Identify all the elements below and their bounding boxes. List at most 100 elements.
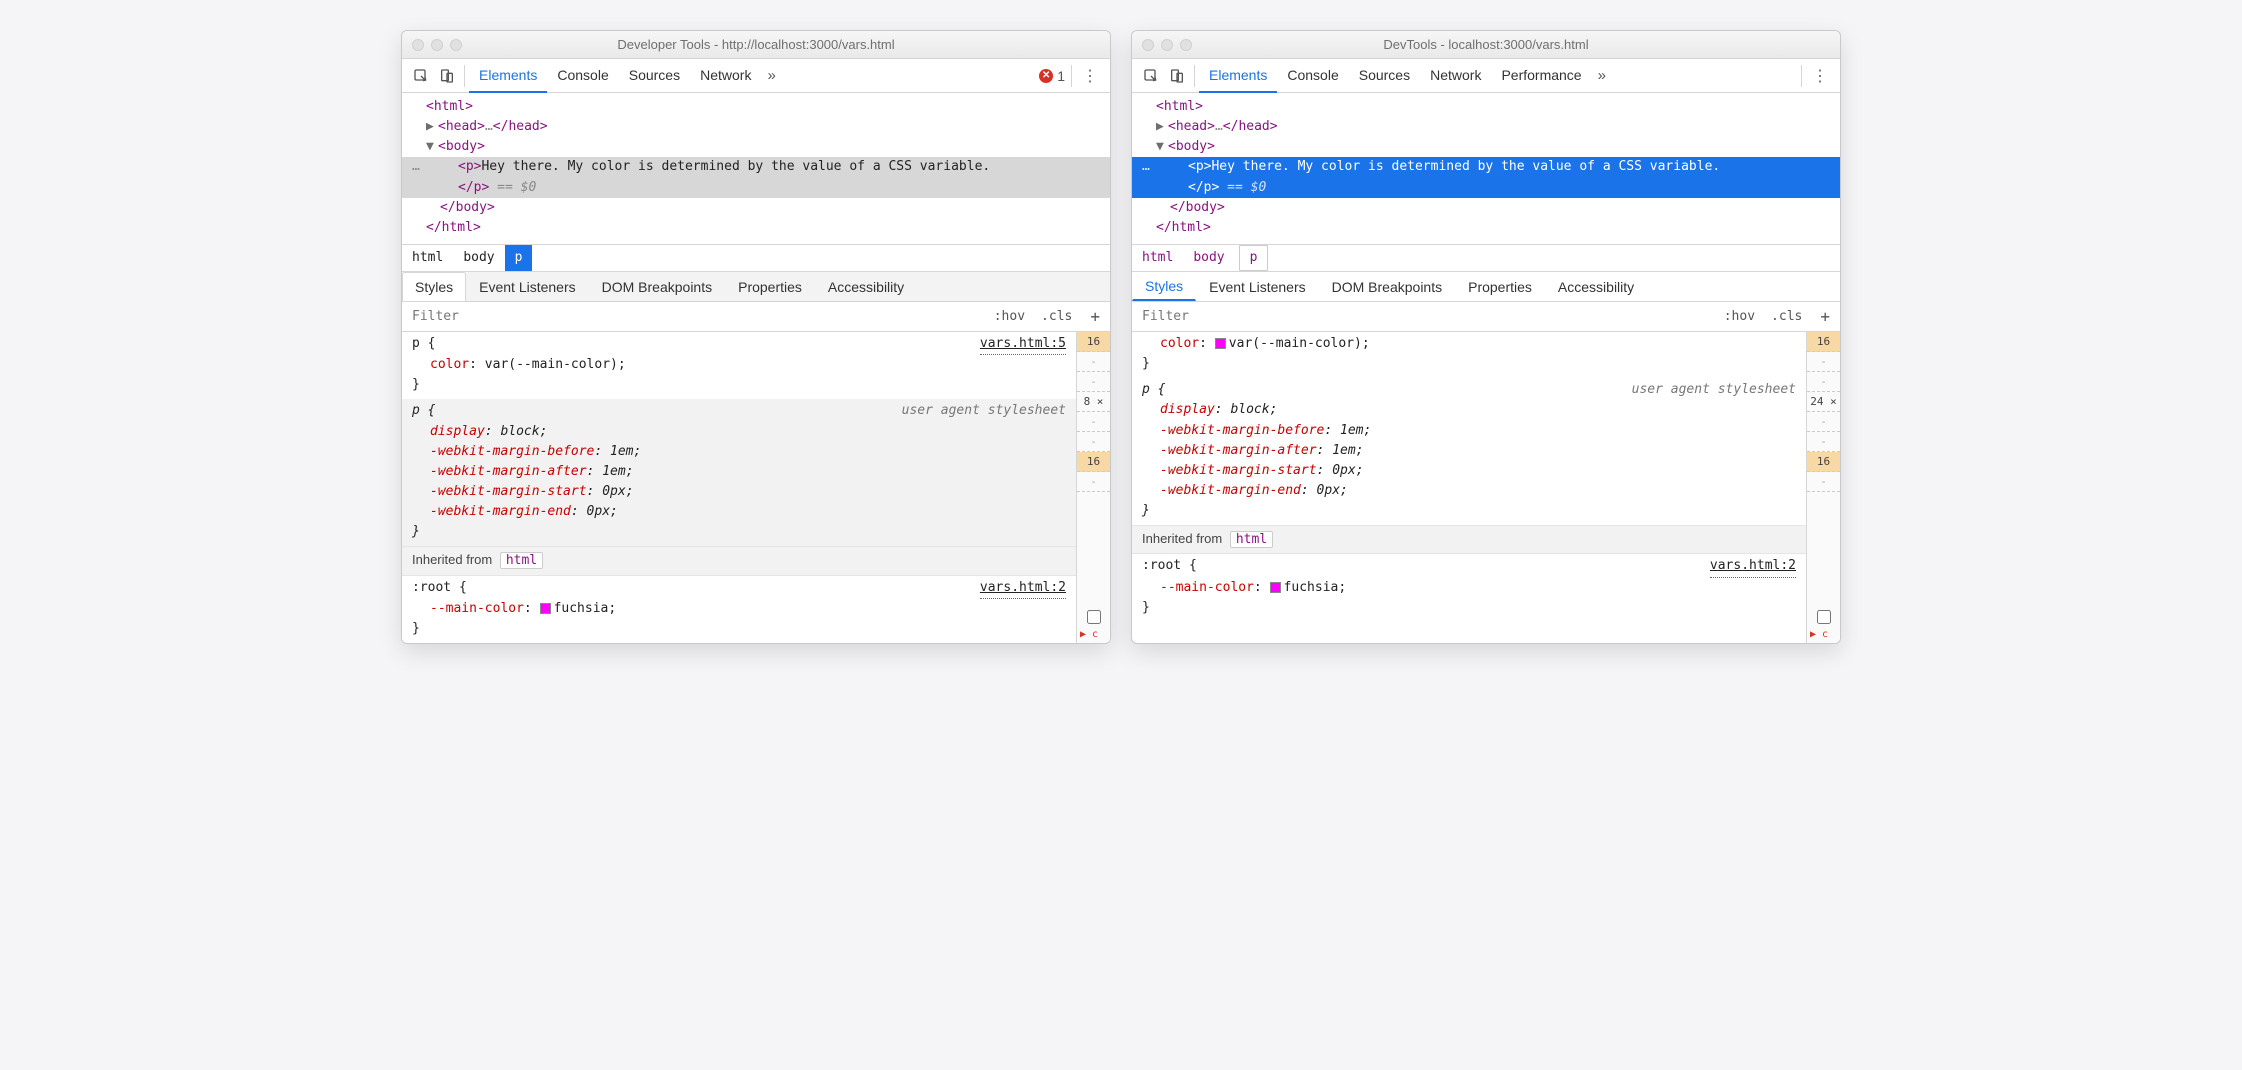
source-link[interactable]: vars.html:2	[980, 578, 1066, 599]
kebab-menu[interactable]: ⋮	[1076, 66, 1104, 86]
dom-tree[interactable]: <html> ▶<head>…</head> ▼<body> …<p>Hey t…	[402, 93, 1110, 244]
device-icon[interactable]	[434, 63, 460, 89]
tab-network[interactable]: Network	[1420, 59, 1491, 93]
color-swatch[interactable]	[1270, 582, 1281, 593]
subtab-styles[interactable]: Styles	[1132, 272, 1196, 301]
subtab-event-listeners[interactable]: Event Listeners	[1196, 272, 1319, 301]
filter-input[interactable]	[1132, 309, 1716, 324]
rule-selector: p {	[1142, 380, 1165, 400]
crumb-html[interactable]: html	[402, 245, 453, 271]
tab-performance[interactable]: Performance	[1491, 59, 1591, 93]
separator	[1801, 65, 1802, 87]
filter-input[interactable]	[402, 309, 986, 324]
crumb-body[interactable]: body	[453, 245, 504, 271]
prop-name: display	[1160, 402, 1215, 417]
color-swatch[interactable]	[1215, 338, 1226, 349]
tab-elements[interactable]: Elements	[469, 59, 547, 93]
prop-name: -webkit-margin-after	[1160, 443, 1317, 458]
subtab-styles[interactable]: Styles	[402, 272, 466, 301]
source-link[interactable]: vars.html:5	[980, 334, 1066, 355]
cls-toggle[interactable]: .cls	[1763, 302, 1810, 331]
crumb-p[interactable]: p	[1239, 245, 1269, 271]
selected-node[interactable]: …<p>Hey there. My color is determined by…	[1132, 157, 1840, 177]
inspect-icon[interactable]	[408, 63, 434, 89]
subtab-dom-breakpoints[interactable]: DOM Breakpoints	[1319, 272, 1455, 301]
ruler-cell: 16	[1807, 452, 1840, 472]
rule-selector: :root {	[1142, 556, 1197, 576]
cls-toggle[interactable]: .cls	[1033, 302, 1080, 331]
expand-icon[interactable]: ▶ c	[1077, 627, 1110, 643]
inherited-header: Inherited from html	[1132, 525, 1806, 554]
window-title: DevTools - localhost:3000/vars.html	[1132, 37, 1840, 52]
prop-name[interactable]: color	[430, 357, 469, 372]
subtab-dom-breakpoints[interactable]: DOM Breakpoints	[589, 272, 725, 301]
hov-toggle[interactable]: :hov	[986, 302, 1033, 331]
minimize-dot[interactable]	[1161, 39, 1173, 51]
tab-sources[interactable]: Sources	[619, 59, 690, 93]
styles-subtabs: Styles Event Listeners DOM Breakpoints P…	[1132, 272, 1840, 302]
error-badge[interactable]: ✕ 1	[1039, 68, 1065, 84]
close-dot[interactable]	[1142, 39, 1154, 51]
titlebar: Developer Tools - http://localhost:3000/…	[402, 31, 1110, 59]
prop-value[interactable]: fuchsia	[554, 601, 609, 616]
style-rule[interactable]: color: var(--main-color); }	[1132, 332, 1806, 378]
kebab-menu[interactable]: ⋮	[1806, 66, 1834, 86]
crumb-body[interactable]: body	[1183, 245, 1234, 271]
tab-elements[interactable]: Elements	[1199, 59, 1277, 93]
inherited-chip[interactable]: html	[1230, 531, 1273, 548]
tab-console[interactable]: Console	[547, 59, 618, 93]
minimize-dot[interactable]	[431, 39, 443, 51]
rule-close: }	[412, 619, 1066, 639]
device-icon[interactable]	[1164, 63, 1190, 89]
style-rule[interactable]: :root { vars.html:2 --main-color: fuchsi…	[1132, 554, 1806, 621]
tab-network[interactable]: Network	[690, 59, 761, 93]
prop-value: 1em	[610, 444, 633, 459]
subtab-properties[interactable]: Properties	[725, 272, 815, 301]
prop-name: -webkit-margin-start	[1160, 463, 1317, 478]
prop-value: 0px	[587, 504, 610, 519]
dom-tree[interactable]: <html> ▶<head>…</head> ▼<body> …<p>Hey t…	[1132, 93, 1840, 244]
new-rule-button[interactable]: +	[1080, 307, 1110, 326]
subtab-event-listeners[interactable]: Event Listeners	[466, 272, 589, 301]
window-title: Developer Tools - http://localhost:3000/…	[402, 37, 1110, 52]
source-link[interactable]: vars.html:2	[1710, 556, 1796, 577]
style-rule[interactable]: p { vars.html:5 color: var(--main-color)…	[402, 332, 1076, 399]
more-tabs-chevron[interactable]: »	[761, 67, 781, 84]
rule-selector: p {	[412, 334, 435, 354]
inspect-icon[interactable]	[1138, 63, 1164, 89]
expand-icon[interactable]: ▶ c	[1807, 627, 1840, 643]
subtab-properties[interactable]: Properties	[1455, 272, 1545, 301]
tab-sources[interactable]: Sources	[1349, 59, 1420, 93]
color-swatch[interactable]	[540, 603, 551, 614]
more-tabs-chevron[interactable]: »	[1592, 67, 1612, 84]
prop-name: -webkit-margin-after	[430, 464, 587, 479]
close-dot[interactable]	[412, 39, 424, 51]
tab-console[interactable]: Console	[1277, 59, 1348, 93]
prop-value: block	[500, 424, 539, 439]
checkbox[interactable]	[1087, 610, 1101, 624]
node-text: Hey there. My color is determined by the…	[1211, 159, 1720, 174]
zoom-dot[interactable]	[1180, 39, 1192, 51]
crumb-html[interactable]: html	[1132, 245, 1183, 271]
prop-name[interactable]: --main-color	[1160, 580, 1254, 595]
inherited-chip[interactable]: html	[500, 552, 543, 569]
prop-name[interactable]: color	[1160, 336, 1199, 351]
hov-toggle[interactable]: :hov	[1716, 302, 1763, 331]
node-text: Hey there. My color is determined by the…	[481, 159, 990, 174]
selected-node[interactable]: …<p>Hey there. My color is determined by…	[402, 157, 1110, 177]
checkbox[interactable]	[1817, 610, 1831, 624]
ruler-cell: 16	[1077, 332, 1110, 352]
prop-value[interactable]: var(--main-color)	[485, 357, 618, 372]
prop-value[interactable]: var(--main-color)	[1229, 336, 1362, 351]
prop-value[interactable]: fuchsia	[1284, 580, 1339, 595]
style-rule[interactable]: :root { vars.html:2 --main-color: fuchsi…	[402, 576, 1076, 643]
breadcrumb: html body p	[402, 244, 1110, 272]
subtab-accessibility[interactable]: Accessibility	[815, 272, 917, 301]
inherited-label: Inherited from	[1142, 531, 1222, 546]
crumb-p[interactable]: p	[505, 245, 533, 271]
zoom-dot[interactable]	[450, 39, 462, 51]
new-rule-button[interactable]: +	[1810, 307, 1840, 326]
prop-name[interactable]: --main-color	[430, 601, 524, 616]
inherited-label: Inherited from	[412, 552, 492, 567]
subtab-accessibility[interactable]: Accessibility	[1545, 272, 1647, 301]
